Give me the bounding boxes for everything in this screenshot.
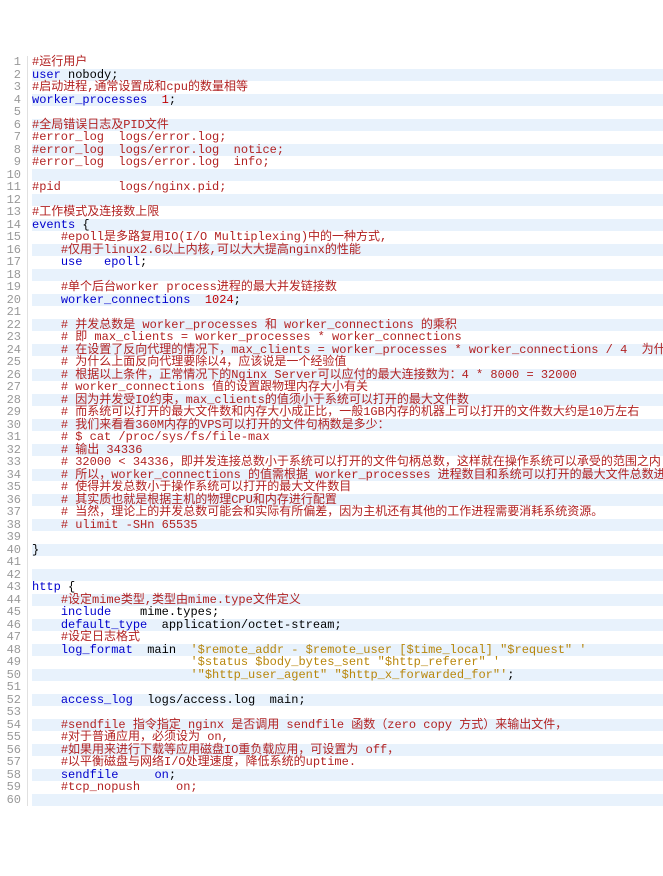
- code-line[interactable]: # ulimit -SHn 65535: [32, 519, 663, 532]
- line-number: 57: [4, 756, 21, 769]
- line-number: 39: [4, 531, 21, 544]
- code-line[interactable]: worker_connections 1024;: [32, 294, 663, 307]
- token-kw: use: [61, 255, 83, 269]
- line-number: 31: [4, 431, 21, 444]
- token-pl: [32, 780, 61, 794]
- token-cm: #tcp_nopush on;: [61, 780, 198, 794]
- line-number: 27: [4, 381, 21, 394]
- line-number: 29: [4, 406, 21, 419]
- code-line[interactable]: }: [32, 544, 663, 557]
- line-number: 51: [4, 681, 21, 694]
- token-pl: logs/access.log main;: [133, 693, 306, 707]
- line-number: 45: [4, 606, 21, 619]
- line-number: 56: [4, 744, 21, 757]
- code-line[interactable]: #error_log logs/error.log info;: [32, 156, 663, 169]
- code-line[interactable]: use epoll;: [32, 256, 663, 269]
- line-number: 1: [4, 56, 21, 69]
- code-line[interactable]: [32, 794, 663, 807]
- line-number: 43: [4, 581, 21, 594]
- line-number: 47: [4, 631, 21, 644]
- code-line[interactable]: #pid logs/nginx.pid;: [32, 181, 663, 194]
- code-line[interactable]: '"$http_user_agent" "$http_x_forwarded_f…: [32, 669, 663, 682]
- token-pl: [190, 293, 204, 307]
- line-number: 5: [4, 106, 21, 119]
- token-num: 1: [162, 93, 169, 107]
- token-pl: ;: [169, 93, 176, 107]
- line-number: 41: [4, 556, 21, 569]
- code-line[interactable]: worker_processes 1;: [32, 94, 663, 107]
- line-number: 53: [4, 706, 21, 719]
- line-number: 33: [4, 456, 21, 469]
- token-pl: ;: [234, 293, 241, 307]
- line-number: 9: [4, 156, 21, 169]
- line-number: 15: [4, 231, 21, 244]
- line-number: 17: [4, 256, 21, 269]
- code-area[interactable]: #运行用户user nobody;#启动进程,通常设置成和cpu的数量相等wor…: [28, 56, 663, 806]
- token-cm: #error_log logs/error.log info;: [32, 155, 270, 169]
- token-pl: [32, 255, 61, 269]
- token-kw: worker_connections: [61, 293, 191, 307]
- line-number: 23: [4, 331, 21, 344]
- line-number: 11: [4, 181, 21, 194]
- line-number: 55: [4, 731, 21, 744]
- token-cm: #pid logs/nginx.pid;: [32, 180, 226, 194]
- line-number: 60: [4, 794, 21, 807]
- code-editor[interactable]: 1234567891011121314151617181920212223242…: [0, 56, 663, 806]
- token-kw: access_log: [61, 693, 133, 707]
- token-pl: application/octet-stream;: [147, 618, 341, 632]
- token-pl: ;: [507, 668, 514, 682]
- token-cm: # ulimit -SHn 65535: [61, 518, 198, 532]
- line-number: 19: [4, 281, 21, 294]
- token-kw: epoll: [104, 255, 140, 269]
- code-line[interactable]: [32, 531, 663, 544]
- code-line[interactable]: access_log logs/access.log main;: [32, 694, 663, 707]
- token-pl: [82, 255, 104, 269]
- line-number: 3: [4, 81, 21, 94]
- code-line[interactable]: [32, 556, 663, 569]
- line-number: 37: [4, 506, 21, 519]
- token-str: '"$http_user_agent" "$http_x_forwarded_f…: [190, 668, 507, 682]
- code-line[interactable]: [32, 569, 663, 582]
- line-number: 59: [4, 781, 21, 794]
- line-number: 58: [4, 769, 21, 782]
- line-number: 13: [4, 206, 21, 219]
- token-pl: ;: [140, 255, 147, 269]
- token-pl: [147, 93, 161, 107]
- line-number: 25: [4, 356, 21, 369]
- code-line[interactable]: #tcp_nopush on;: [32, 781, 663, 794]
- token-pl: [32, 668, 190, 682]
- line-number: 7: [4, 131, 21, 144]
- line-number: 35: [4, 481, 21, 494]
- code-line[interactable]: #运行用户: [32, 56, 663, 69]
- token-kw: worker_processes: [32, 93, 147, 107]
- line-number-gutter: 1234567891011121314151617181920212223242…: [0, 56, 28, 806]
- token-num: 1024: [205, 293, 234, 307]
- line-number: 21: [4, 306, 21, 319]
- code-line[interactable]: #工作模式及连接数上限: [32, 206, 663, 219]
- line-number: 49: [4, 656, 21, 669]
